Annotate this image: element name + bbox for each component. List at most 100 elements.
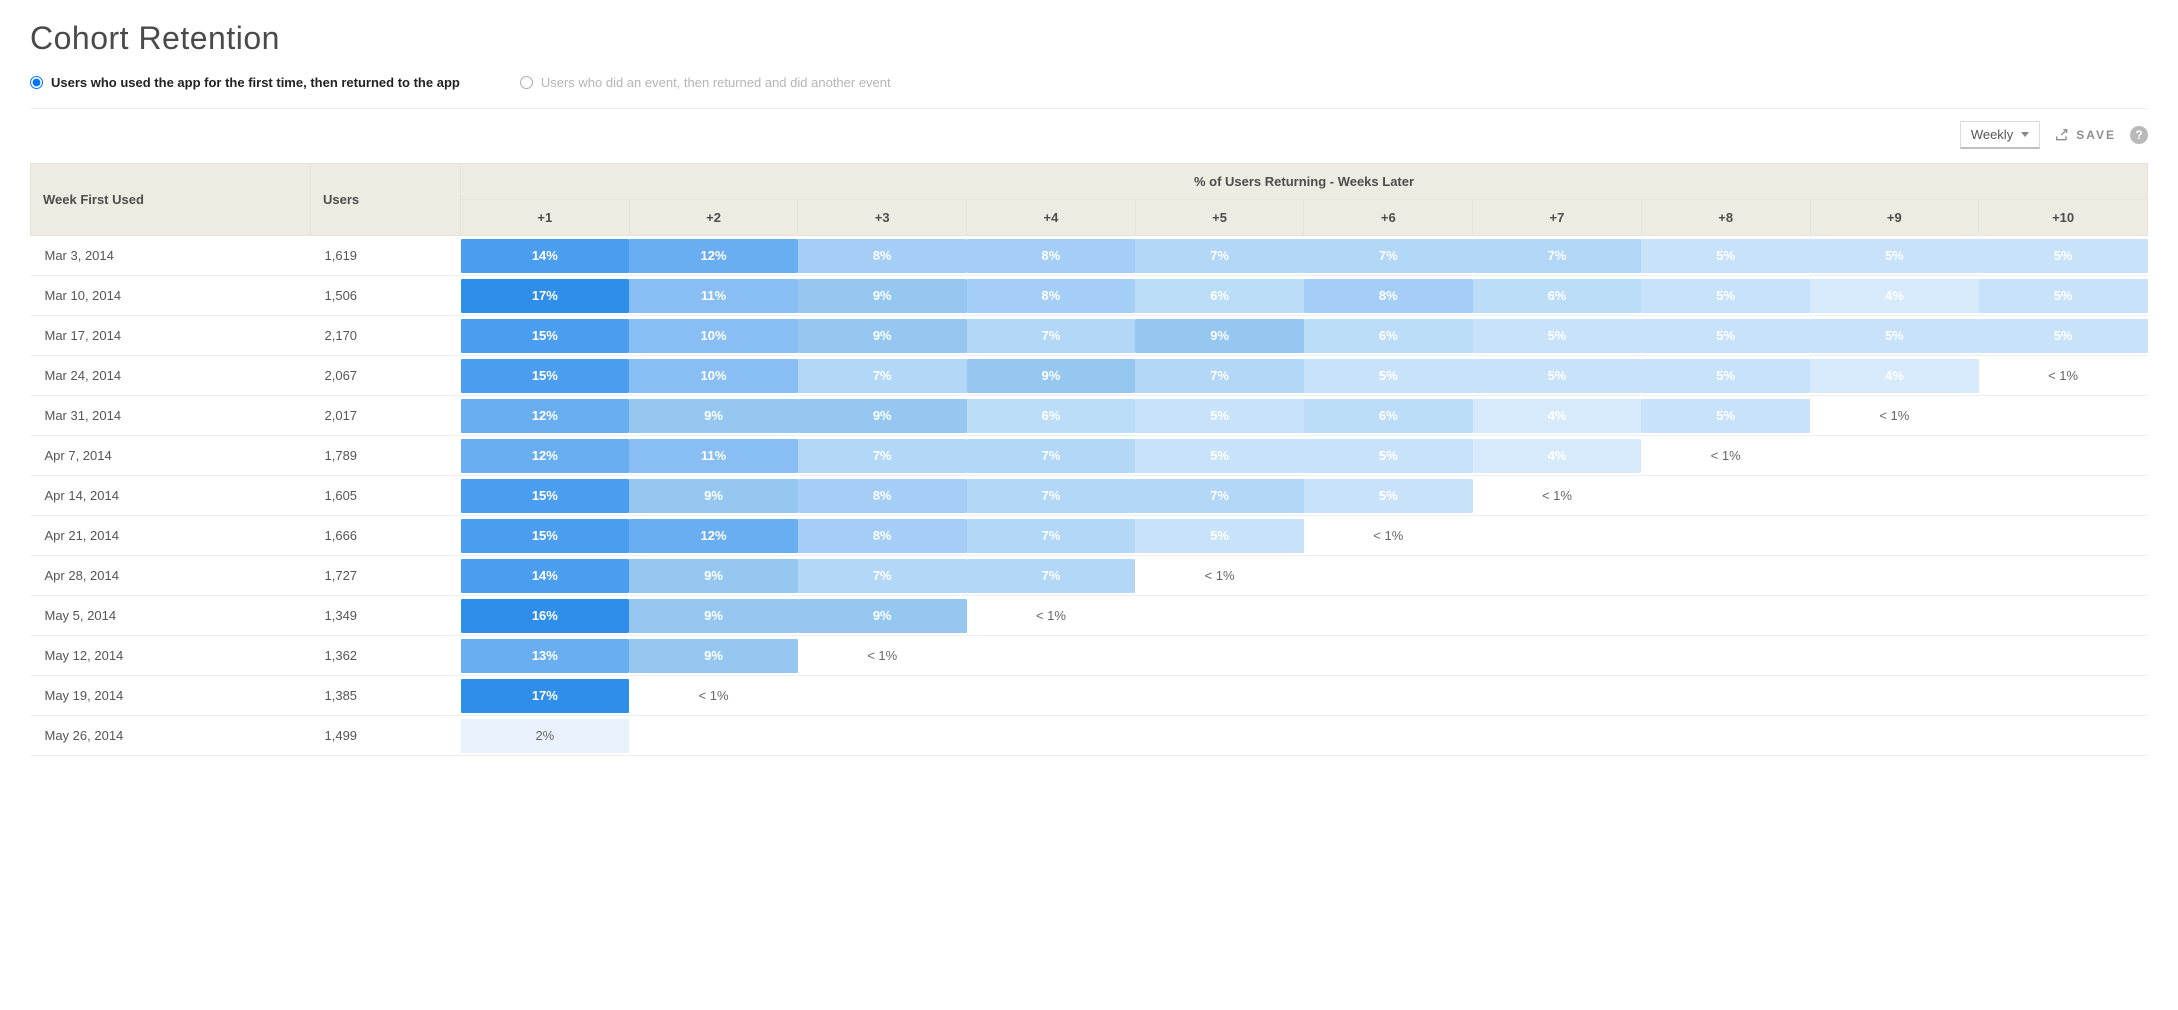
retention-cell	[1979, 396, 2148, 436]
retention-cell	[1473, 516, 1642, 556]
retention-cell: 7%	[798, 356, 967, 396]
table-row: Apr 14, 20141,60515%9%8%7%7%5%< 1%	[31, 476, 2148, 516]
header-week-offset: +5	[1135, 200, 1304, 236]
table-row: Apr 7, 20141,78912%11%7%7%5%5%4%< 1%	[31, 436, 2148, 476]
retention-cell	[1641, 516, 1810, 556]
header-week-offset: +3	[798, 200, 967, 236]
retention-cell: 5%	[1473, 356, 1642, 396]
header-pct-returning: % of Users Returning - Weeks Later	[461, 164, 2148, 200]
week-cell: Apr 28, 2014	[31, 556, 311, 596]
retention-cell	[1979, 436, 2148, 476]
retention-cell: 8%	[798, 516, 967, 556]
retention-cell: 5%	[1135, 516, 1304, 556]
table-row: Mar 17, 20142,17015%10%9%7%9%6%5%5%5%5%	[31, 316, 2148, 356]
retention-cell	[1473, 636, 1642, 676]
header-week-offset: +4	[967, 200, 1136, 236]
users-cell: 1,789	[311, 436, 461, 476]
retention-cell	[1979, 716, 2148, 756]
granularity-select[interactable]: Weekly	[1960, 121, 2040, 149]
retention-cell: 7%	[798, 556, 967, 596]
retention-cell: < 1%	[967, 596, 1136, 636]
table-row: Apr 21, 20141,66615%12%8%7%5%< 1%	[31, 516, 2148, 556]
retention-cell: 7%	[967, 436, 1136, 476]
retention-cell: 8%	[1304, 276, 1473, 316]
header-users: Users	[311, 164, 461, 236]
header-week-offset: +9	[1810, 200, 1979, 236]
retention-cell	[1810, 636, 1979, 676]
retention-cell: 7%	[1304, 236, 1473, 276]
week-cell: May 5, 2014	[31, 596, 311, 636]
retention-cell: 4%	[1810, 356, 1979, 396]
help-icon[interactable]: ?	[2130, 126, 2148, 144]
retention-cell	[1810, 436, 1979, 476]
retention-cell	[1810, 476, 1979, 516]
header-week-offset: +1	[461, 200, 630, 236]
retention-cell	[1641, 716, 1810, 756]
retention-cell: 5%	[1135, 396, 1304, 436]
radio-event[interactable]: Users who did an event, then returned an…	[520, 75, 891, 90]
retention-cell	[1304, 556, 1473, 596]
retention-cell: 8%	[967, 236, 1136, 276]
retention-cell: 7%	[967, 316, 1136, 356]
retention-cell: 4%	[1810, 276, 1979, 316]
week-cell: Mar 17, 2014	[31, 316, 311, 356]
retention-cell: 12%	[629, 236, 798, 276]
retention-cell: 10%	[629, 356, 798, 396]
radio-first-use[interactable]: Users who used the app for the first tim…	[30, 75, 460, 90]
granularity-value: Weekly	[1971, 127, 2013, 142]
retention-cell	[1810, 716, 1979, 756]
week-cell: May 26, 2014	[31, 716, 311, 756]
header-week-offset: +2	[629, 200, 798, 236]
retention-cell: 9%	[629, 636, 798, 676]
retention-cell: 8%	[798, 476, 967, 516]
table-row: Mar 10, 20141,50617%11%9%8%6%8%6%5%4%5%	[31, 276, 2148, 316]
retention-cell: 15%	[461, 316, 630, 356]
retention-cell: 15%	[461, 356, 630, 396]
retention-cell	[798, 716, 967, 756]
users-cell: 2,170	[311, 316, 461, 356]
users-cell: 2,017	[311, 396, 461, 436]
cohort-table: Week First Used Users % of Users Returni…	[30, 163, 2148, 756]
header-week-offset: +10	[1979, 200, 2148, 236]
radio-event-input[interactable]	[520, 76, 533, 89]
retention-cell	[1641, 636, 1810, 676]
retention-cell	[1810, 676, 1979, 716]
retention-cell	[1979, 636, 2148, 676]
retention-cell: 7%	[1135, 356, 1304, 396]
retention-cell: 7%	[967, 476, 1136, 516]
retention-cell: < 1%	[1135, 556, 1304, 596]
retention-cell: 5%	[1641, 316, 1810, 356]
save-button[interactable]: SAVE	[2054, 127, 2116, 143]
users-cell: 1,349	[311, 596, 461, 636]
retention-cell: 10%	[629, 316, 798, 356]
table-row: May 12, 20141,36213%9%< 1%	[31, 636, 2148, 676]
retention-cell: 6%	[1473, 276, 1642, 316]
retention-cell: 5%	[1304, 356, 1473, 396]
users-cell: 1,666	[311, 516, 461, 556]
users-cell: 1,506	[311, 276, 461, 316]
week-cell: May 12, 2014	[31, 636, 311, 676]
table-row: May 5, 20141,34916%9%9%< 1%	[31, 596, 2148, 636]
retention-cell: 9%	[798, 276, 967, 316]
retention-cell	[1473, 676, 1642, 716]
table-row: Apr 28, 20141,72714%9%7%7%< 1%	[31, 556, 2148, 596]
retention-cell: 7%	[798, 436, 967, 476]
retention-cell	[1304, 716, 1473, 756]
retention-cell: 14%	[461, 556, 630, 596]
retention-cell	[1135, 676, 1304, 716]
radio-first-use-input[interactable]	[30, 76, 43, 89]
retention-cell: < 1%	[1473, 476, 1642, 516]
week-cell: May 19, 2014	[31, 676, 311, 716]
retention-cell: 9%	[798, 316, 967, 356]
retention-cell	[798, 676, 967, 716]
retention-cell	[967, 676, 1136, 716]
retention-cell: 7%	[1135, 236, 1304, 276]
retention-cell	[1135, 596, 1304, 636]
week-cell: Mar 3, 2014	[31, 236, 311, 276]
retention-cell: 8%	[798, 236, 967, 276]
header-week-offset: +6	[1304, 200, 1473, 236]
mode-radio-group: Users who used the app for the first tim…	[30, 75, 2148, 109]
share-icon	[2054, 127, 2070, 143]
retention-cell: 7%	[967, 516, 1136, 556]
table-row: May 26, 20141,4992%	[31, 716, 2148, 756]
